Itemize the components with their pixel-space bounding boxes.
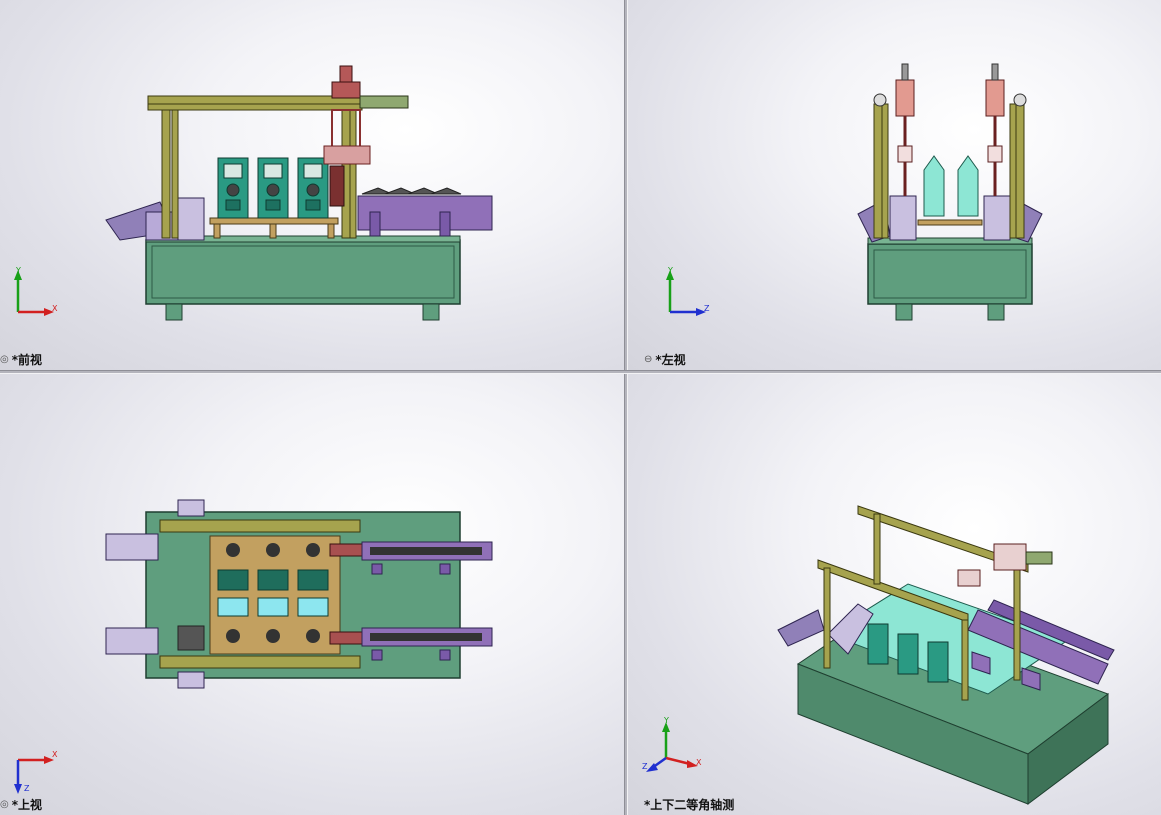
isometric-view-model [777, 505, 1115, 805]
view-label-left[interactable]: ⊖ *左视 [644, 351, 686, 368]
view-name: *上下二等角轴测 [644, 798, 735, 812]
axis-y-label: Y [664, 716, 669, 725]
top-view-model [105, 499, 493, 689]
view-name: *前视 [11, 353, 43, 367]
view-name: *左视 [655, 353, 686, 367]
viewport-splitter-vertical[interactable] [624, 0, 628, 815]
viewport-top[interactable]: X Z ◎ *上视 [0, 374, 624, 815]
view-label-top[interactable]: ◎ *上视 [0, 796, 42, 813]
viewport-isometric[interactable]: Y X Z *上下二等角轴测 [628, 374, 1161, 815]
axis-triad-front: Y X [10, 266, 62, 322]
front-view-model [105, 65, 493, 321]
view-label-front[interactable]: ◎ *前视 [0, 351, 42, 368]
axis-y-label: Y [16, 266, 21, 275]
axis-x-label: X [52, 750, 58, 759]
viewport-splitter-horizontal[interactable] [0, 370, 1161, 374]
view-link-icon: ⊖ [644, 354, 653, 365]
axis-x-label: X [52, 304, 58, 313]
axis-triad-top: X Z [10, 746, 62, 800]
viewport-front[interactable]: Y X ◎ *前视 [0, 0, 624, 370]
view-label-isometric[interactable]: *上下二等角轴测 [644, 796, 734, 813]
axis-z-label: Z [642, 762, 648, 771]
axis-z-label: Z [24, 784, 30, 793]
axis-z-label: Z [704, 304, 710, 313]
view-link-icon: ◎ [0, 799, 9, 810]
viewport-left[interactable]: Y Z ⊖ *左视 [628, 0, 1161, 370]
axis-triad-left: Y Z [662, 266, 714, 322]
axis-y-label: Y [668, 266, 673, 275]
axis-x-label: X [696, 758, 702, 767]
view-link-icon: ◎ [0, 354, 9, 365]
view-name: *上视 [11, 798, 43, 812]
axis-triad-isometric: Y X Z [642, 716, 704, 778]
